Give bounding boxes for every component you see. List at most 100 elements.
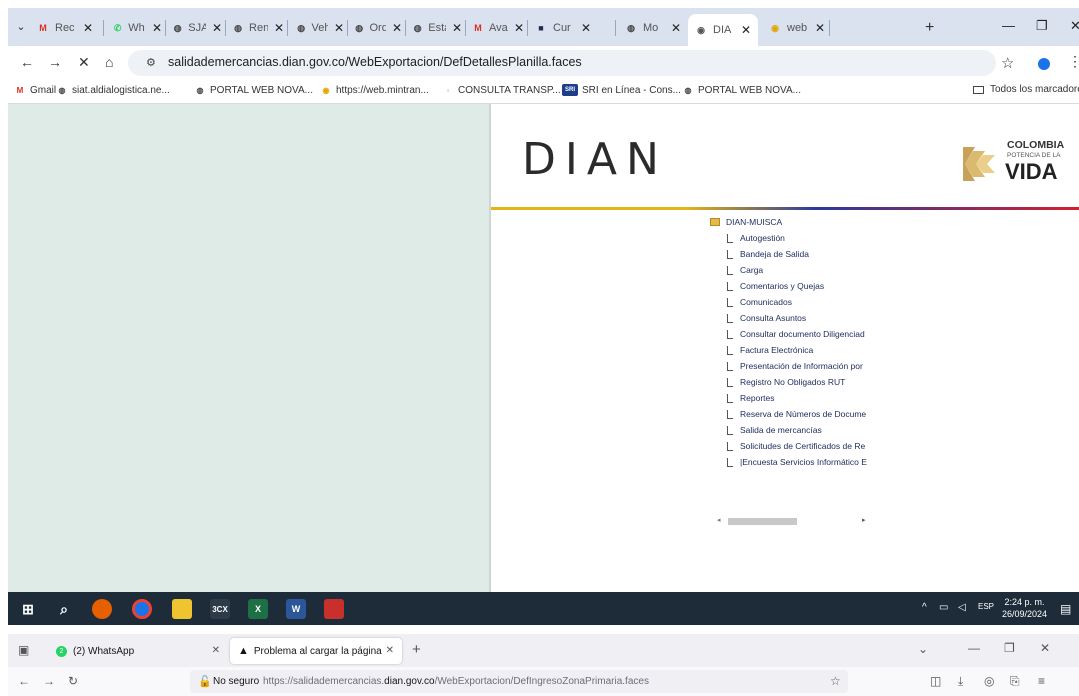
minimize-icon[interactable]: — (968, 641, 980, 655)
site-info-icon[interactable]: ⚙ (146, 56, 156, 69)
tree-root[interactable]: DIAN-MUISCA (710, 217, 782, 227)
reload-icon[interactable]: ↻ (68, 674, 78, 688)
bookmark-item[interactable]: ◍ PORTAL WEB NOVA... (194, 84, 313, 96)
horizontal-scrollbar[interactable]: ◂ ▸ (717, 516, 867, 526)
browser-tab[interactable]: ◍ Ren ✕ (226, 14, 288, 42)
close-window-icon[interactable]: ✕ (1040, 641, 1050, 655)
all-bookmarks[interactable]: Todos los marcadores (973, 84, 1079, 95)
tree-item[interactable]: Consultar documento Diligenciad (727, 329, 865, 339)
tab-close-icon[interactable]: ✕ (83, 21, 93, 35)
browser-tab[interactable]: ◉ web ✕ (762, 14, 830, 42)
tree-item[interactable]: Bandeja de Salida (727, 249, 809, 259)
tab-problem[interactable]: ▲ Problema al cargar la página ✕ (230, 638, 402, 664)
tree-item[interactable]: Comunicados (727, 297, 792, 307)
account-icon[interactable]: ◎ (984, 674, 994, 688)
new-tab-icon[interactable]: + (412, 641, 421, 658)
browser-tab[interactable]: ✆ Wh ✕ (106, 14, 166, 42)
volume-icon[interactable]: ◁ (958, 602, 966, 613)
tray-chevron-icon[interactable]: ^ (922, 602, 927, 613)
address-url[interactable]: salidademercancias.dian.gov.co/WebExport… (168, 55, 582, 69)
tree-item[interactable]: Solicitudes de Certificados de Re (727, 441, 865, 451)
tab-close-icon[interactable]: ✕ (392, 21, 402, 35)
not-secure-icon[interactable]: 🔓 (198, 675, 212, 688)
pdf-app-icon[interactable] (324, 599, 344, 619)
tab-close-icon[interactable]: ✕ (334, 21, 344, 35)
tab-close-icon[interactable]: ✕ (741, 23, 751, 37)
firefox-url[interactable]: https://salidademercancias.dian.gov.co/W… (263, 676, 649, 687)
extensions-icon[interactable]: ⎘ (1010, 674, 1020, 689)
firefox-icon[interactable] (92, 599, 112, 619)
browser-tab[interactable]: ◍ Mo ✕ (618, 14, 684, 42)
tab-whatsapp[interactable]: 2 (2) WhatsApp ✕ (48, 638, 228, 664)
scroll-thumb[interactable] (728, 518, 797, 525)
file-explorer-icon[interactable] (172, 599, 192, 619)
menu-icon[interactable]: ⋮ (1068, 53, 1079, 70)
browser-tab[interactable]: ◍ Ord ✕ (348, 14, 406, 42)
scroll-left-arrow-icon[interactable]: ◂ (717, 516, 721, 524)
tab-list-icon[interactable]: ▣ (18, 643, 29, 657)
tab-close-icon[interactable]: ✕ (815, 21, 825, 35)
notifications-icon[interactable]: ▤ (1060, 602, 1071, 616)
close-window-icon[interactable]: ✕ (1070, 18, 1079, 34)
tab-search-icon[interactable]: ⌄ (14, 20, 28, 34)
bookmark-item[interactable]: SRI SRI en Línea - Cons... (562, 84, 681, 96)
new-tab-button[interactable]: + (925, 19, 934, 37)
home-icon[interactable]: ⌂ (105, 54, 113, 70)
tree-item[interactable]: Reportes (727, 393, 775, 403)
tab-close-icon[interactable]: ✕ (514, 21, 524, 35)
close-tab-icon[interactable]: ✕ (212, 645, 220, 656)
cx-app-icon[interactable]: 3CX (210, 599, 230, 619)
browser-tab[interactable]: ■ Cur ✕ (528, 14, 616, 42)
list-all-tabs-icon[interactable]: ⌄ (918, 642, 928, 656)
back-icon[interactable]: ← (18, 674, 30, 688)
network-icon[interactable]: ▭ (939, 602, 948, 613)
browser-tab[interactable]: ◍ Veh ✕ (290, 14, 348, 42)
browser-tab[interactable]: ◍ SJA ✕ (166, 14, 226, 42)
tree-item[interactable]: Autogestión (727, 233, 785, 243)
bookmark-item[interactable]: ◍ PORTAL WEB NOVA... (682, 84, 801, 96)
pocket-icon[interactable]: ◫ (930, 674, 941, 688)
bookmark-star-icon[interactable]: ☆ (1001, 54, 1014, 72)
bookmark-item[interactable]: ◉ https://web.mintran... (320, 84, 429, 96)
close-tab-icon[interactable]: ✕ (386, 645, 394, 656)
tree-item[interactable]: Factura Electrónica (727, 345, 813, 355)
tab-close-icon[interactable]: ✕ (152, 21, 162, 35)
browser-tab[interactable]: ◉ DIA ✕ (688, 14, 758, 46)
tab-close-icon[interactable]: ✕ (452, 21, 462, 35)
word-icon[interactable]: W (286, 599, 306, 619)
tree-item[interactable]: Registro No Obligados RUT (727, 377, 845, 387)
search-icon[interactable]: ⌕ (54, 599, 74, 619)
clock[interactable]: 2:24 p. m. 26/09/2024 (1002, 596, 1047, 620)
tree-item[interactable]: |Encuesta Servicios Informático E (727, 457, 867, 467)
stop-icon[interactable]: ✕ (78, 54, 90, 71)
chrome-icon[interactable] (132, 599, 152, 619)
bookmark-item[interactable]: ◍ siat.aldialogistica.ne... (56, 84, 170, 96)
back-icon[interactable]: ← (20, 54, 34, 70)
minimize-icon[interactable]: — (1002, 18, 1015, 33)
language-indicator[interactable]: ESP (978, 602, 994, 611)
tree-item[interactable]: Carga (727, 265, 763, 275)
menu-icon[interactable]: ≡ (1038, 674, 1045, 688)
bookmark-item[interactable]: M Gmail (14, 84, 56, 96)
tree-item[interactable]: Comentarios y Quejas (727, 281, 824, 291)
tree-item[interactable]: Consulta Asuntos (727, 313, 806, 323)
tab-close-icon[interactable]: ✕ (274, 21, 284, 35)
browser-tab[interactable]: M Rec ✕ (30, 14, 104, 42)
bookmark-star-icon[interactable]: ☆ (830, 674, 841, 688)
profile-icon[interactable] (1038, 58, 1050, 70)
download-icon[interactable]: ⤓ (958, 674, 963, 689)
bookmark-item[interactable]: ◦ CONSULTA TRANSP... (442, 84, 561, 96)
tab-close-icon[interactable]: ✕ (581, 21, 591, 35)
tree-item[interactable]: Reserva de Números de Docume (727, 409, 866, 419)
tab-close-icon[interactable]: ✕ (212, 21, 222, 35)
browser-tab[interactable]: M Ava ✕ (466, 14, 528, 42)
tree-item[interactable]: Presentación de Información por (727, 361, 863, 371)
browser-tab[interactable]: ◍ Esta ✕ (406, 14, 466, 42)
tab-close-icon[interactable]: ✕ (671, 21, 681, 35)
restore-icon[interactable]: ❐ (1004, 641, 1015, 655)
tree-item[interactable]: Salida de mercancías (727, 425, 822, 435)
start-icon[interactable]: ⊞ (18, 599, 38, 619)
excel-icon[interactable]: X (248, 599, 268, 619)
restore-icon[interactable]: ❐ (1036, 18, 1048, 34)
forward-icon[interactable]: → (43, 674, 55, 688)
